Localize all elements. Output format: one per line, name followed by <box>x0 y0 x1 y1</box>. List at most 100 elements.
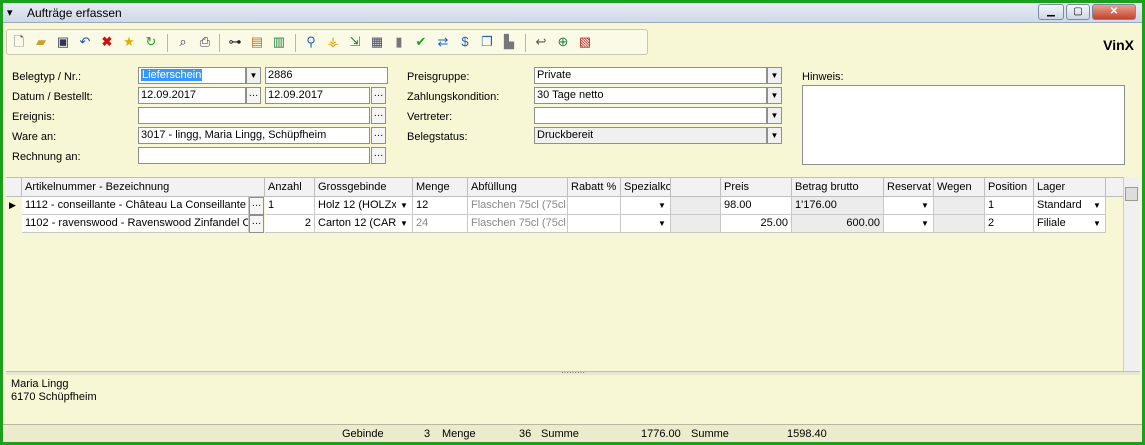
calculator-icon[interactable]: ▦ <box>369 34 385 50</box>
ware-an-picker-button[interactable]: … <box>371 127 386 144</box>
datum-picker-button[interactable]: … <box>246 87 261 104</box>
binoculars-icon[interactable]: ⊶ <box>227 34 243 50</box>
table-row-2-rabatt[interactable] <box>568 215 621 233</box>
current-row-indicator-icon: ▶ <box>9 200 16 210</box>
zahlung-dropdown-arrow[interactable]: ▼ <box>767 87 782 104</box>
col-grossgebinde[interactable]: Grossgebinde <box>315 178 413 197</box>
table-row-1-artikel[interactable]: 1112 - conseillante - Château La Conseil… <box>22 197 249 215</box>
table-row-1-menge[interactable]: 12 <box>413 197 468 215</box>
stamp-icon[interactable]: ▙ <box>501 34 517 50</box>
open-folder-icon[interactable]: ▰ <box>33 34 49 50</box>
belegnr-input[interactable]: 2886 <box>265 67 388 84</box>
row-2-reservat-dropdown-arrow[interactable]: ▼ <box>917 216 933 232</box>
toolbar-separator <box>167 34 168 52</box>
row-2-lager-dropdown-arrow[interactable]: ▼ <box>1089 216 1105 232</box>
copy-icon[interactable]: ❐ <box>479 34 495 50</box>
ware-an-input[interactable]: 3017 - lingg, Maria Lingg, Schüpfheim <box>138 127 370 144</box>
belegstatus-select[interactable]: Druckbereit <box>534 127 767 144</box>
minimize-button[interactable]: ▁ <box>1038 4 1064 20</box>
return-icon[interactable]: ↩ <box>533 34 549 50</box>
search-icon[interactable]: ⚲ <box>303 34 319 50</box>
undo-icon[interactable]: ↶ <box>77 34 93 50</box>
grid-vertical-scrollbar[interactable] <box>1123 177 1140 373</box>
row-2-artikel-picker[interactable]: … <box>249 215 264 233</box>
add-sheet-icon[interactable]: ⊕ <box>555 34 571 50</box>
bestellt-input[interactable]: 12.09.2017 <box>265 87 370 104</box>
scrollbar-thumb[interactable] <box>1125 187 1138 201</box>
col-betrag-brutto[interactable]: Betrag brutto <box>792 178 884 197</box>
table-row-2-position[interactable]: 2 <box>985 215 1034 233</box>
rechnung-an-input[interactable] <box>138 147 370 164</box>
preisgruppe-select[interactable]: Private <box>534 67 767 84</box>
hinweis-textarea[interactable] <box>802 85 1125 165</box>
table-row-1-preis[interactable]: 98.00 <box>721 197 792 215</box>
datum-label: Datum / Bestellt: <box>12 91 93 103</box>
row-2-gross-dropdown-arrow[interactable]: ▼ <box>396 216 412 232</box>
zahlung-select[interactable]: 30 Tage netto <box>534 87 767 104</box>
table-row-2-anzahl[interactable]: 2 <box>265 215 315 233</box>
report-icon[interactable]: ▧ <box>577 34 593 50</box>
ereignis-input[interactable] <box>138 107 370 124</box>
printer-icon[interactable]: ⎙ <box>197 34 213 50</box>
table-row-2-preis[interactable]: 25.00 <box>721 215 792 233</box>
col-position[interactable]: Position <box>985 178 1034 197</box>
grid-row-indicator-header <box>6 178 22 197</box>
vertreter-select[interactable] <box>534 107 767 124</box>
save-disk-icon[interactable]: ▣ <box>55 34 71 50</box>
archive-icon[interactable]: ▮ <box>391 34 407 50</box>
table-row-2-artikel[interactable]: 1102 - ravenswood - Ravenswood Zinfandel… <box>22 215 249 233</box>
maximize-button[interactable]: ▢ <box>1066 4 1090 20</box>
toolbar-separator <box>295 34 296 52</box>
image-import-icon[interactable]: ▥ <box>271 34 287 50</box>
table-row-2-menge[interactable]: 24 <box>413 215 468 233</box>
table-row-1-anzahl[interactable]: 1 <box>265 197 315 215</box>
rechnung-an-picker-button[interactable]: … <box>371 147 386 164</box>
transfer-icon[interactable]: ⇄ <box>435 34 451 50</box>
belegtyp-dropdown-arrow[interactable]: ▼ <box>246 67 261 84</box>
datum-input[interactable]: 12.09.2017 <box>138 87 246 104</box>
col-spezialko[interactable]: Spezialko <box>621 178 671 197</box>
preisgruppe-dropdown-arrow[interactable]: ▼ <box>767 67 782 84</box>
status-menge-value: 36 <box>519 428 532 440</box>
table-row-1-position[interactable]: 1 <box>985 197 1034 215</box>
col-artikel[interactable]: Artikelnummer - Bezeichnung <box>22 178 265 197</box>
col-wegen[interactable]: Wegen <box>934 178 985 197</box>
check-ok-icon[interactable]: ✔ <box>413 34 429 50</box>
col-menge[interactable]: Menge <box>413 178 468 197</box>
new-document-icon[interactable]: 🗋 <box>11 34 27 50</box>
status-gebinde-label: Gebinde <box>342 428 384 440</box>
bestellt-picker-button[interactable]: … <box>371 87 386 104</box>
vertreter-dropdown-arrow[interactable]: ▼ <box>767 107 782 124</box>
ereignis-label: Ereignis: <box>12 111 55 123</box>
belegstatus-dropdown-arrow[interactable]: ▼ <box>767 127 782 144</box>
table-row-1-abfuellung[interactable]: Flaschen 75cl (75cl <box>468 197 568 215</box>
row-1-spezialko-dropdown-arrow[interactable]: ▼ <box>654 198 670 214</box>
delete-icon[interactable]: ✖ <box>99 34 115 50</box>
row-2-spezialko-dropdown-arrow[interactable]: ▼ <box>654 216 670 232</box>
col-reservat[interactable]: Reservat <box>884 178 934 197</box>
favorite-star-icon[interactable]: ★ <box>121 34 137 50</box>
col-preis[interactable]: Preis <box>721 178 792 197</box>
table-row-2-abfuellung[interactable]: Flaschen 75cl (75cl <box>468 215 568 233</box>
col-blank[interactable] <box>671 178 721 197</box>
row-1-gross-dropdown-arrow[interactable]: ▼ <box>396 198 412 214</box>
status-summe1-value: 1776.00 <box>641 428 681 440</box>
col-anzahl[interactable]: Anzahl <box>265 178 315 197</box>
col-abfuellung[interactable]: Abfüllung <box>468 178 568 197</box>
belegtyp-select[interactable]: Lieferschein <box>138 67 246 84</box>
import-icon[interactable]: ⇲ <box>347 34 363 50</box>
close-button[interactable]: ✕ <box>1092 4 1136 20</box>
row-1-lager-dropdown-arrow[interactable]: ▼ <box>1089 198 1105 214</box>
status-gebinde-value: 3 <box>424 428 431 440</box>
ereignis-picker-button[interactable]: … <box>371 107 386 124</box>
filter-icon[interactable]: ⚶ <box>325 34 341 50</box>
col-rabatt[interactable]: Rabatt % <box>568 178 621 197</box>
col-lager[interactable]: Lager <box>1034 178 1106 197</box>
row-1-reservat-dropdown-arrow[interactable]: ▼ <box>917 198 933 214</box>
row-1-artikel-picker[interactable]: … <box>249 197 264 215</box>
refresh-icon[interactable]: ↻ <box>143 34 159 50</box>
image-export-icon[interactable]: ▤ <box>249 34 265 50</box>
print-preview-icon[interactable]: ⌕ <box>175 34 191 50</box>
dollar-icon[interactable]: $ <box>457 34 473 50</box>
table-row-1-rabatt[interactable] <box>568 197 621 215</box>
